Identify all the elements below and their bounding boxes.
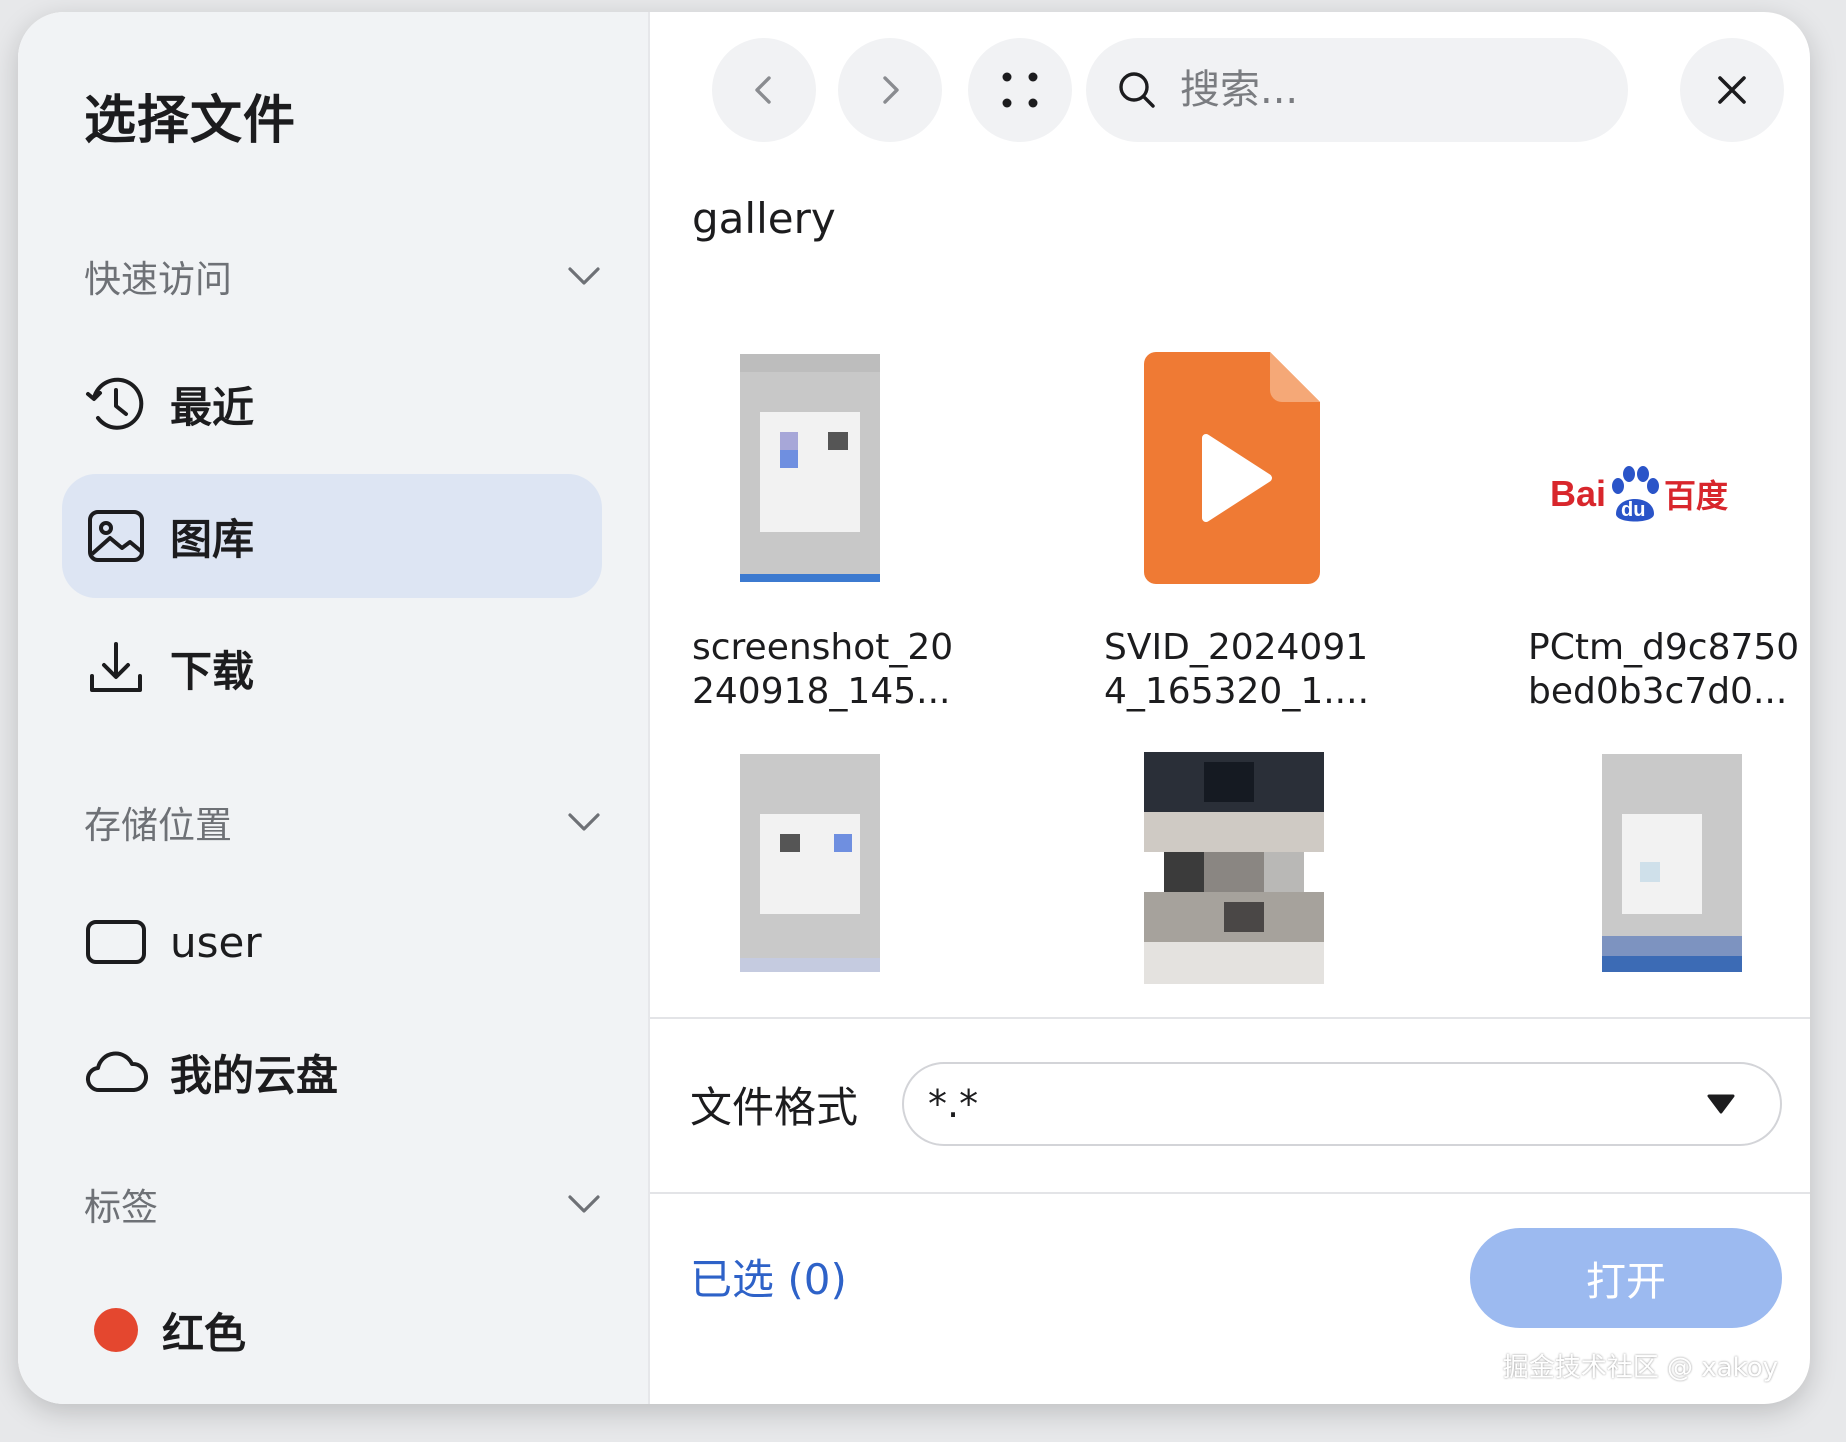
file-name-line: PCtm_d9c8750 (1528, 627, 1800, 668)
forward-button[interactable] (838, 38, 942, 142)
chevron-right-icon (883, 76, 899, 104)
sidebar-item-label: 下载 (170, 646, 255, 696)
sidebar-item-user[interactable]: user (62, 880, 602, 1004)
divider (650, 1017, 1810, 1019)
download-icon (90, 642, 142, 692)
search-icon (1119, 72, 1155, 108)
selected-count-link[interactable]: 已选 (0) (690, 1246, 847, 1307)
chevron-left-icon (755, 76, 771, 104)
chevron-down-icon (568, 267, 600, 285)
tag-color-dot (94, 1308, 138, 1352)
sidebar-item-cloud[interactable]: 我的云盘 (62, 1010, 602, 1134)
sidebar-item-label: 红色 (162, 1308, 247, 1358)
file-item[interactable] (690, 752, 980, 992)
watermark: 掘金技术社区 @ xakoy (1502, 1353, 1778, 1383)
file-thumbnail (1602, 754, 1742, 972)
divider (650, 1192, 1810, 1194)
file-name-line: bed0b3c7d0... (1528, 671, 1788, 712)
video-file-icon (1144, 352, 1320, 584)
section-label: 标签 (84, 1186, 158, 1229)
file-name-line: 4_165320_1.... (1104, 671, 1370, 712)
chevron-down-icon (568, 1195, 600, 1213)
section-storage[interactable]: 存储位置 (84, 792, 604, 852)
file-picker-dialog: 选择文件 快速访问 最近 图库 下载 存储位置 user 我的云盘 标签 红色 … (18, 12, 1810, 1404)
file-format-value: *.* (928, 1082, 979, 1126)
file-item[interactable]: SVID_2024091 4_165320_1.... (1104, 352, 1394, 712)
image-icon (88, 510, 144, 562)
paw-text: du (1621, 499, 1646, 521)
section-label: 快速访问 (84, 258, 232, 301)
grid-dots-icon (1002, 72, 1038, 108)
logo-text: Bai (1550, 473, 1607, 514)
file-format-label: 文件格式 (690, 1083, 859, 1132)
open-button[interactable]: 打开 (1470, 1228, 1782, 1328)
file-name-line: screenshot_20 (692, 627, 954, 668)
close-icon (1718, 76, 1746, 104)
file-item[interactable] (1104, 752, 1394, 992)
file-item[interactable]: screenshot_20 240918_145... (690, 352, 980, 712)
drive-icon (86, 920, 146, 964)
file-thumbnail (740, 354, 880, 582)
caret-down-icon (1707, 1094, 1735, 1114)
cloud-icon (85, 1051, 148, 1093)
file-name-line: SVID_2024091 (1104, 627, 1369, 668)
baidu-logo-thumbnail: Bai du 百度 (1550, 462, 1728, 526)
file-item[interactable] (1516, 752, 1806, 992)
sidebar-item-recent[interactable]: 最近 (62, 342, 602, 466)
sidebar-item-gallery[interactable]: 图库 (62, 474, 602, 598)
file-thumbnail (740, 754, 880, 972)
sidebar-item-label: 我的云盘 (170, 1050, 339, 1100)
file-format-select[interactable]: *.* (902, 1062, 1782, 1146)
section-tags[interactable]: 标签 (84, 1174, 604, 1234)
file-item[interactable]: Bai du 百度 PCtm_d9c8750 bed0b3c7d0... (1516, 352, 1806, 712)
search-input[interactable] (1178, 66, 1602, 114)
view-mode-button[interactable] (968, 38, 1072, 142)
dialog-title: 选择文件 (84, 91, 297, 151)
file-grid: screenshot_20 240918_145... SVID_2024091… (650, 352, 1810, 1022)
sidebar-item-label: 最近 (170, 382, 255, 432)
sidebar-item-label: user (170, 917, 262, 967)
section-label: 存储位置 (84, 804, 232, 847)
paw-logo: du (1608, 464, 1662, 524)
clock-history-icon (86, 377, 144, 430)
back-button[interactable] (712, 38, 816, 142)
sidebar-item-label: 图库 (170, 514, 255, 564)
sidebar-item-downloads[interactable]: 下载 (62, 606, 602, 730)
file-name-line: 240918_145... (692, 671, 951, 712)
sidebar: 选择文件 快速访问 最近 图库 下载 存储位置 user 我的云盘 标签 红色 (18, 12, 648, 1404)
main-panel: gallery screenshot_20 240918_145... (650, 12, 1810, 1404)
photo-thumbnail (1144, 752, 1324, 984)
close-button[interactable] (1680, 38, 1784, 142)
logo-text: 百度 (1664, 477, 1729, 515)
sidebar-item-tag-red[interactable]: 红色 (62, 1268, 602, 1392)
current-folder-name: gallery (692, 194, 836, 243)
section-quick-access[interactable]: 快速访问 (84, 246, 604, 306)
chevron-down-icon (568, 813, 600, 831)
search-box (1086, 38, 1628, 142)
